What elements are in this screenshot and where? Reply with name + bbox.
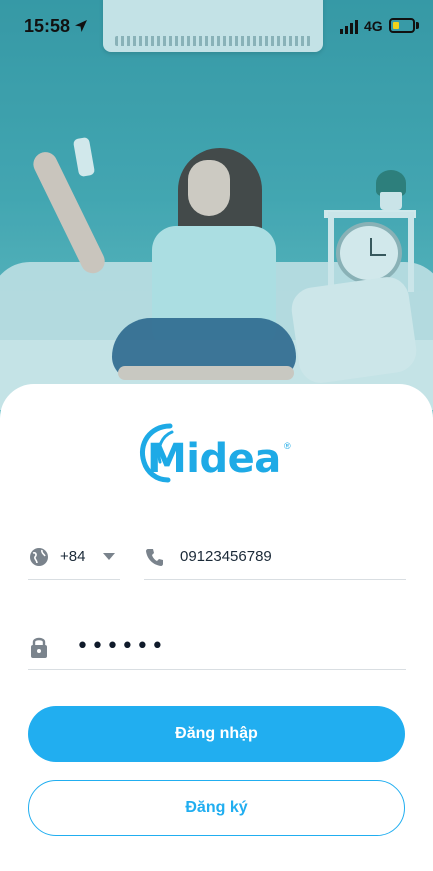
- country-code-value: +84: [60, 548, 86, 565]
- password-field[interactable]: [28, 624, 406, 670]
- hero-image: [0, 0, 433, 440]
- login-button[interactable]: Đăng nhập: [28, 706, 405, 762]
- phone-field[interactable]: [144, 534, 406, 580]
- cellular-signal-icon: [340, 20, 360, 34]
- registered-mark: ®: [284, 441, 291, 451]
- status-bar: 15:58 4G: [0, 0, 433, 54]
- register-button[interactable]: Đăng ký: [28, 780, 405, 836]
- lock-icon: [28, 636, 50, 658]
- network-type: 4G: [364, 18, 383, 34]
- battery-icon: [389, 18, 415, 33]
- country-code-selector[interactable]: +84: [28, 534, 120, 580]
- status-time: 15:58: [24, 16, 71, 36]
- phone-icon: [144, 546, 166, 568]
- phone-input[interactable]: [180, 548, 400, 565]
- caret-down-icon: [103, 553, 116, 560]
- brand-name: Midea: [147, 436, 281, 482]
- password-input[interactable]: [76, 634, 376, 659]
- globe-icon: [28, 546, 50, 568]
- location-arrow-icon: [75, 20, 87, 32]
